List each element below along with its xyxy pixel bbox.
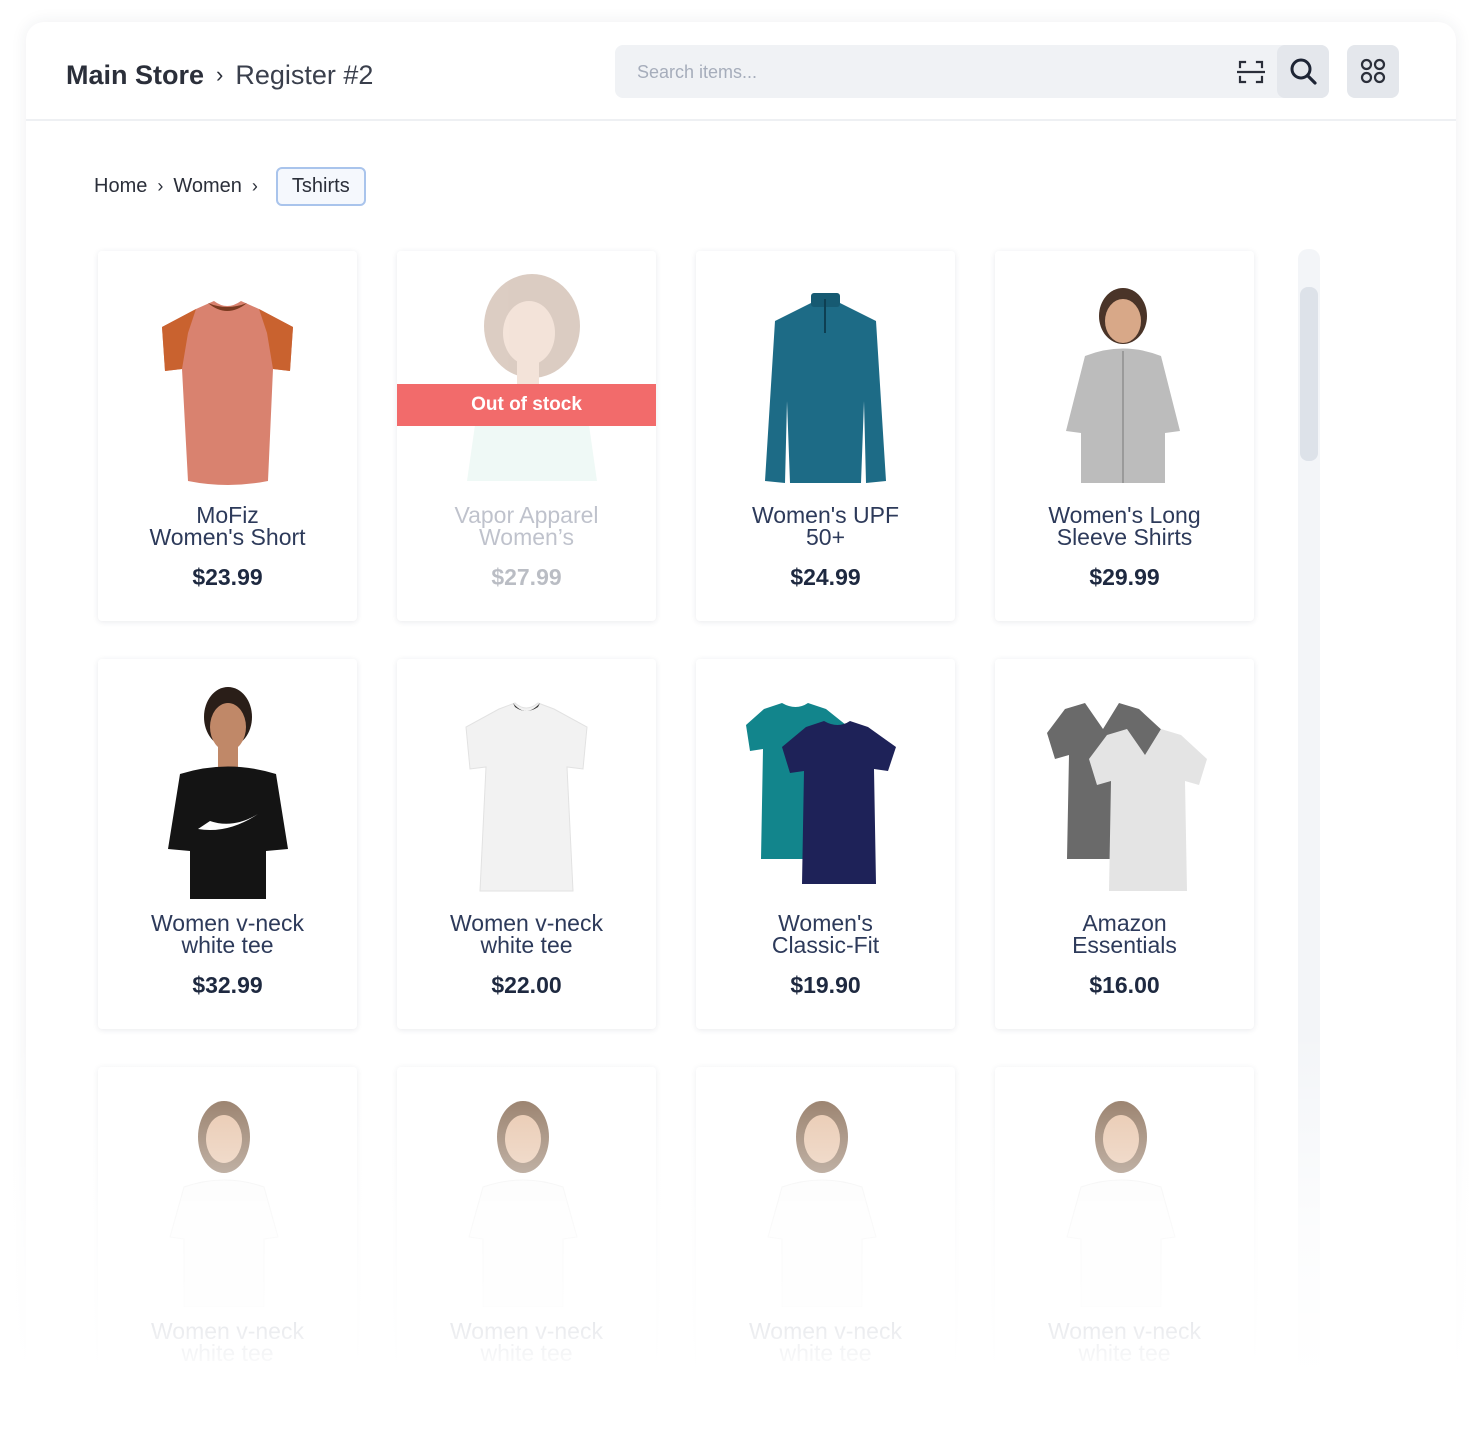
product-name: Women v-neck white tee — [1048, 1318, 1201, 1366]
chevron-right-icon: › — [157, 175, 164, 196]
top-bar: Main Store › Register #2 — [26, 22, 1456, 121]
scrollbar[interactable] — [1298, 249, 1320, 1399]
register-name: Register #2 — [235, 60, 374, 90]
product-card[interactable]: Women's UPF 50+ $24.99 — [696, 251, 955, 621]
breadcrumb-home[interactable]: Home — [94, 175, 147, 198]
product-image — [716, 679, 935, 899]
search-bar — [615, 45, 1329, 100]
product-name: Women v-neck white tee — [151, 910, 304, 958]
grid-view-button[interactable] — [1347, 45, 1399, 98]
product-price: $27.99 — [491, 564, 562, 590]
product-image — [417, 1087, 636, 1307]
product-price: $24.99 — [790, 564, 861, 590]
search-input[interactable] — [635, 45, 1199, 100]
page-title: Main Store › Register #2 — [66, 60, 373, 91]
product-price: $23.99 — [192, 564, 263, 590]
product-image — [118, 679, 337, 899]
product-name: Women's Classic-Fit — [771, 910, 880, 958]
grid-view-icon — [1360, 58, 1386, 84]
product-card[interactable]: Women v-neck white tee $22.00 — [397, 659, 656, 1029]
product-price: $22.00 — [491, 972, 562, 998]
product-image — [716, 1087, 935, 1307]
product-name: Women v-neck white tee — [749, 1318, 902, 1366]
barcode-scan-icon[interactable] — [1236, 59, 1266, 85]
product-name: MoFiz Women's Short — [149, 502, 306, 550]
search-button[interactable] — [1277, 45, 1329, 98]
product-card[interactable]: MoFiz Women's Short $23.99 — [98, 251, 357, 621]
product-card[interactable]: Women v-neck white tee $22.00 — [995, 1067, 1254, 1422]
product-price: $19.90 — [790, 972, 861, 998]
product-card[interactable]: Women v-neck white tee $25.00 — [98, 1067, 357, 1422]
product-price: $25.00 — [192, 1380, 263, 1406]
product-card[interactable]: Amazon Essentials $16.00 — [995, 659, 1254, 1029]
product-name: Women's Long Sleeve Shirts — [1048, 502, 1201, 550]
product-image — [417, 679, 636, 899]
product-price: $16.00 — [1089, 972, 1160, 998]
store-name[interactable]: Main Store — [66, 60, 204, 90]
breadcrumb: Home › Women › Tshirts — [94, 166, 366, 206]
product-card[interactable]: Women v-neck white tee $32.99 — [98, 659, 357, 1029]
out-of-stock-badge: Out of stock — [397, 384, 656, 426]
product-name: Women's UPF 50+ — [751, 502, 900, 550]
product-price: $19.90 — [790, 1380, 861, 1406]
breadcrumb-women[interactable]: Women — [173, 175, 242, 198]
product-image — [118, 271, 337, 491]
search-icon — [1290, 58, 1317, 85]
product-price: $32.99 — [192, 972, 263, 998]
product-card[interactable]: Women's Classic-Fit $19.90 — [696, 659, 955, 1029]
breadcrumb-tshirts[interactable]: Tshirts — [275, 166, 366, 206]
scrollbar-thumb[interactable] — [1300, 287, 1318, 461]
product-image — [1015, 271, 1234, 491]
product-card-out-of-stock[interactable]: Out of stock Vapor Apparel Women’s $27.99 — [397, 251, 656, 621]
pos-panel: Main Store › Register #2 Search items...… — [26, 22, 1456, 1422]
product-name: Women v-neck white tee — [151, 1318, 304, 1366]
product-image — [716, 271, 935, 491]
product-price: $22.00 — [491, 1380, 562, 1406]
product-card[interactable]: Women v-neck white tee $22.00 — [397, 1067, 656, 1422]
product-grid: MoFiz Women's Short $23.99 Out of stock V… — [98, 251, 1258, 1422]
chevron-right-icon: › — [216, 62, 224, 87]
product-name: Vapor Apparel Women’s — [454, 502, 599, 550]
product-name: Women v-neck white tee — [450, 910, 603, 958]
product-price: $29.99 — [1089, 564, 1160, 590]
product-image — [417, 271, 636, 491]
product-image — [1015, 1087, 1234, 1307]
product-card[interactable]: Women's Long Sleeve Shirts $29.99 — [995, 251, 1254, 621]
product-name: Amazon Essentials — [1072, 910, 1177, 958]
product-card[interactable]: Women v-neck white tee $19.90 — [696, 1067, 955, 1422]
chevron-right-icon: › — [251, 175, 258, 196]
product-image — [1015, 679, 1234, 899]
product-image — [118, 1087, 337, 1307]
product-price: $22.00 — [1089, 1380, 1160, 1406]
product-name: Women v-neck white tee — [450, 1318, 603, 1366]
